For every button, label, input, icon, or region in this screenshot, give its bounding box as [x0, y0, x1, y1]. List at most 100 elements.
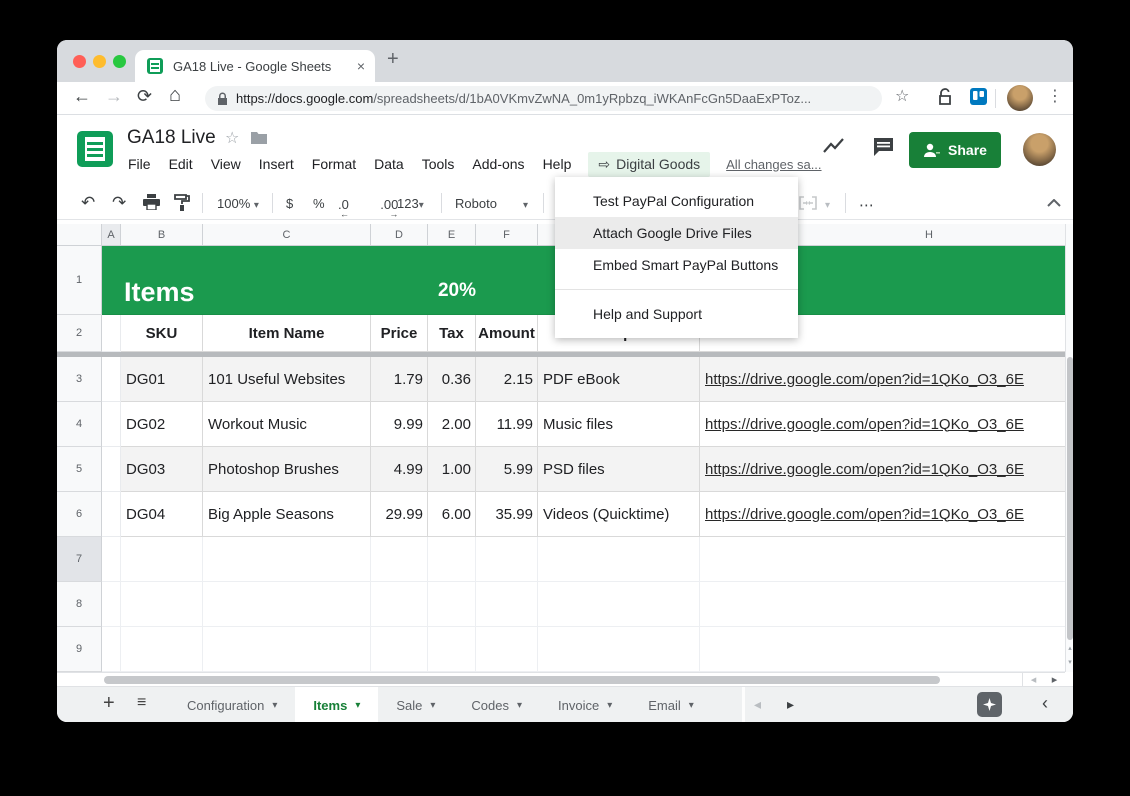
merge-cells-icon[interactable]	[799, 195, 817, 215]
menu-item-test-paypal-configuration[interactable]: Test PayPal Configuration	[555, 185, 798, 217]
back-icon[interactable]: ←	[73, 86, 91, 107]
cell-amount[interactable]: 2.15	[476, 357, 538, 402]
cell[interactable]	[121, 537, 203, 582]
cell-item-name[interactable]: Big Apple Seasons	[203, 492, 371, 537]
menu-item-attach-google-drive-files[interactable]: Attach Google Drive Files	[555, 217, 798, 249]
lock-open-extension-icon[interactable]	[937, 88, 953, 111]
cell[interactable]	[102, 315, 121, 352]
collapse-panel-icon[interactable]: ‹	[1042, 693, 1048, 714]
row-header-2[interactable]: 2	[57, 315, 102, 352]
chevron-down-icon[interactable]: ▾	[523, 196, 528, 211]
sheet-tab-email[interactable]: Email▾	[630, 687, 712, 722]
browser-profile-avatar[interactable]	[1007, 85, 1033, 111]
close-tab-icon[interactable]: ×	[357, 58, 365, 74]
cell[interactable]	[476, 582, 538, 627]
menu-view[interactable]: View	[202, 152, 250, 176]
collapse-toolbar-icon[interactable]	[1047, 194, 1061, 212]
paint-format-icon[interactable]	[174, 194, 190, 216]
cell[interactable]	[371, 537, 428, 582]
cell-item-name[interactable]: 101 Useful Websites	[203, 357, 371, 402]
cell-price[interactable]: 29.99	[371, 492, 428, 537]
sheets-logo-icon[interactable]	[77, 131, 113, 167]
cell-sku[interactable]: DG01	[121, 357, 203, 402]
cell-sku[interactable]: DG02	[121, 402, 203, 447]
share-button[interactable]: Share	[909, 132, 1001, 168]
menu-data[interactable]: Data	[365, 152, 413, 176]
cell[interactable]	[102, 627, 121, 672]
decrease-decimal-button[interactable]: .0←	[338, 197, 349, 212]
menu-insert[interactable]: Insert	[250, 152, 303, 176]
cell[interactable]	[428, 627, 476, 672]
forward-icon[interactable]: →	[105, 86, 123, 107]
menu-format[interactable]: Format	[303, 152, 365, 176]
address-bar[interactable]: https://docs.google.com/spreadsheets/d/1…	[205, 86, 882, 111]
cell-price[interactable]: 1.79	[371, 357, 428, 402]
cell-file-link[interactable]: https://drive.google.com/open?id=1QKo_O3…	[700, 492, 1065, 537]
cell[interactable]	[700, 537, 1065, 582]
cell-tax[interactable]: 2.00	[428, 402, 476, 447]
more-formats-button[interactable]: 123▾	[397, 196, 424, 211]
scroll-down-icon[interactable]: ▾	[1066, 658, 1073, 666]
row-header-9[interactable]: 9	[57, 627, 102, 672]
row-header-7[interactable]: 7	[57, 537, 102, 582]
column-header-D[interactable]: D	[371, 224, 428, 246]
bookmark-star-icon[interactable]: ☆	[895, 86, 909, 106]
close-window-button[interactable]	[73, 55, 86, 68]
cell[interactable]	[428, 582, 476, 627]
font-family-select[interactable]: Roboto	[455, 196, 533, 211]
zoom-select[interactable]: 100% ▾	[217, 196, 259, 211]
menu-edit[interactable]: Edit	[160, 152, 202, 176]
document-title[interactable]: GA18 Live	[127, 127, 216, 149]
cell[interactable]	[121, 582, 203, 627]
row-header-1[interactable]: 1	[57, 246, 102, 315]
menu-addons[interactable]: Add-ons	[463, 152, 533, 176]
new-tab-button[interactable]: +	[387, 48, 399, 71]
move-folder-icon[interactable]	[251, 131, 267, 149]
sheet-tab-items[interactable]: Items▾	[295, 687, 378, 722]
zoom-window-button[interactable]	[113, 55, 126, 68]
format-currency-button[interactable]: $	[286, 196, 293, 211]
horizontal-scrollbar[interactable]: ◂ ▸	[57, 672, 1065, 686]
row-header-3[interactable]: 3	[57, 357, 102, 402]
star-document-icon[interactable]: ☆	[225, 128, 239, 148]
cell[interactable]	[102, 537, 121, 582]
column-header-B[interactable]: B	[121, 224, 203, 246]
column-header-C[interactable]: C	[203, 224, 371, 246]
format-percent-button[interactable]: %	[313, 196, 325, 211]
cell[interactable]	[371, 627, 428, 672]
minimize-window-button[interactable]	[93, 55, 106, 68]
cell-amount[interactable]: 5.99	[476, 447, 538, 492]
row-header-4[interactable]: 4	[57, 402, 102, 447]
cell-tax[interactable]: 6.00	[428, 492, 476, 537]
cell[interactable]	[371, 582, 428, 627]
sheet-tab-invoice[interactable]: Invoice▾	[540, 687, 630, 722]
cell[interactable]	[102, 582, 121, 627]
reload-icon[interactable]: ⟳	[137, 86, 152, 107]
cell[interactable]	[203, 582, 371, 627]
sheet-tab-codes[interactable]: Codes▾	[453, 687, 540, 722]
explore-button[interactable]	[977, 692, 1002, 717]
cell[interactable]	[700, 627, 1065, 672]
menu-item-embed-smart-paypal-buttons[interactable]: Embed Smart PayPal Buttons	[555, 249, 798, 281]
scroll-up-icon[interactable]: ▴	[1066, 644, 1073, 652]
cell-file-link[interactable]: https://drive.google.com/open?id=1QKo_O3…	[700, 402, 1065, 447]
select-all-corner[interactable]	[57, 224, 102, 246]
cell-item-name[interactable]: Workout Music	[203, 402, 371, 447]
tab-scroll-left-icon[interactable]: ◂	[754, 696, 761, 713]
cell-sku[interactable]: DG03	[121, 447, 203, 492]
insights-icon[interactable]	[823, 137, 845, 160]
print-icon[interactable]	[143, 194, 160, 215]
account-avatar[interactable]	[1023, 133, 1056, 166]
cell[interactable]	[203, 627, 371, 672]
more-toolbar-options-icon[interactable]: ⋯	[859, 196, 875, 214]
browser-tab[interactable]: GA18 Live - Google Sheets ×	[135, 50, 375, 82]
row-header-8[interactable]: 8	[57, 582, 102, 627]
scroll-left-icon[interactable]: ◂	[1031, 673, 1037, 687]
cell-description[interactable]: PSD files	[538, 447, 700, 492]
column-header-E[interactable]: E	[428, 224, 476, 246]
cell-item-name[interactable]: Photoshop Brushes	[203, 447, 371, 492]
cell-price[interactable]: 4.99	[371, 447, 428, 492]
cell-tax[interactable]: 1.00	[428, 447, 476, 492]
home-icon[interactable]: ⌂	[169, 84, 181, 107]
sheet-tab-sale[interactable]: Sale▾	[378, 687, 453, 722]
